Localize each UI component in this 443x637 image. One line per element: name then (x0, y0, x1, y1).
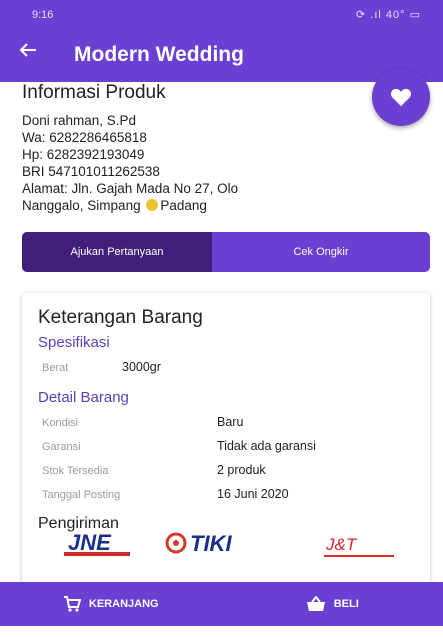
basket-icon (306, 596, 325, 611)
jnt-logo: J&T (324, 535, 394, 557)
warranty-label: Garansi (42, 441, 81, 453)
heart-icon (390, 88, 412, 107)
jne-logo: JNE (64, 530, 130, 556)
jnt-text: J&T (325, 535, 358, 554)
ask-question-button[interactable]: Ajukan Pertanyaan (22, 232, 212, 272)
weight-label: Berat (42, 362, 69, 374)
seller-info: Doni rahman, S.Pd Wa: 6282286465818 Hp: … (22, 112, 352, 214)
seller-phone: Hp: 6282392193049 (22, 147, 145, 162)
back-button[interactable] (18, 40, 38, 66)
system-nav-bar (0, 626, 443, 637)
warranty-value: Tidak ada garansi (217, 439, 316, 453)
buy-button[interactable]: BELI (222, 582, 443, 626)
seller-name: Doni rahman, S.Pd (22, 113, 137, 128)
favorite-button[interactable] (372, 68, 430, 126)
cart-icon (63, 596, 81, 612)
seller-address-line1: Alamat: Jln. Gajah Mada No 27, Olo (22, 181, 239, 196)
action-buttons: Ajukan Pertanyaan Cek Ongkir (22, 232, 430, 272)
detail-heading: Detail Barang (38, 389, 129, 406)
stock-label: Stok Tersedia (42, 465, 109, 477)
seller-bank: BRI 547101011262538 (22, 164, 160, 179)
tiki-logo: TIKI (165, 531, 232, 556)
spec-heading: Spesifikasi (38, 334, 110, 351)
buy-label: BELI (333, 598, 359, 610)
item-details-card: Keterangan Barang Spesifikasi Berat 3000… (22, 293, 430, 593)
address-part: Nanggalo, Simpang (22, 198, 141, 213)
app-bar: Modern Wedding (0, 30, 443, 82)
seller-address-line2: Nanggalo, Simpang Padang (22, 197, 352, 214)
posted-label: Tanggal Posting (42, 489, 121, 501)
details-title: Keterangan Barang (38, 307, 203, 328)
bottom-action-bar: KERANJANG BELI (0, 582, 443, 626)
courier-logos: JNE TIKI J&T (64, 530, 394, 557)
condition-label: Kondisi (42, 417, 79, 429)
page-title: Modern Wedding (74, 43, 244, 66)
status-time: 9:16 (32, 9, 54, 21)
posted-value: 16 Juni 2020 (217, 487, 289, 501)
info-heading: Informasi Produk (22, 82, 166, 103)
cart-button[interactable]: KERANJANG (0, 582, 222, 626)
seller-whatsapp: Wa: 6282286465818 (22, 130, 147, 145)
check-shipping-button[interactable]: Cek Ongkir (212, 232, 430, 272)
location-dot-icon (146, 199, 159, 211)
jne-text: JNE (68, 530, 112, 555)
stock-value: 2 produk (217, 463, 266, 477)
address-city: Padang (160, 198, 207, 213)
status-bar: 9:16 ⟳ .ıl 40° ▭ (0, 0, 443, 30)
arrow-left-icon (19, 43, 36, 57)
tiki-text: TIKI (190, 531, 232, 556)
status-icons: ⟳ .ıl 40° ▭ (356, 9, 421, 21)
cart-label: KERANJANG (88, 598, 159, 610)
weight-value: 3000gr (122, 360, 161, 374)
condition-value: Baru (217, 415, 244, 429)
